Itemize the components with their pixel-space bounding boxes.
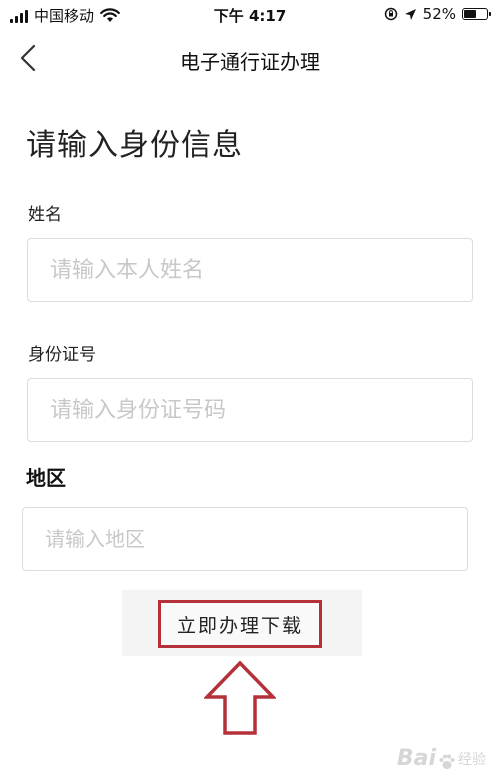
name-input[interactable] bbox=[27, 238, 473, 302]
battery-percent: 52% bbox=[422, 5, 456, 23]
watermark-logo: Bai 经验 bbox=[397, 746, 486, 771]
battery-icon bbox=[462, 8, 491, 20]
watermark-brand: Bai bbox=[396, 746, 436, 771]
id-number-input[interactable] bbox=[27, 378, 473, 442]
name-label: 姓名 bbox=[28, 205, 62, 225]
status-right: 52% bbox=[384, 5, 491, 23]
orientation-lock-icon bbox=[384, 7, 397, 21]
page-title: 电子通行证办理 bbox=[180, 50, 320, 74]
battery-fill bbox=[464, 10, 477, 18]
status-bar: 中国移动 下午 4:17 52% bbox=[0, 0, 500, 30]
up-arrow-icon bbox=[204, 660, 276, 735]
paw-icon bbox=[439, 754, 455, 769]
id-number-label: 身份证号 bbox=[28, 345, 96, 365]
nav-bar: 电子通行证办理 bbox=[0, 30, 500, 86]
region-input[interactable] bbox=[22, 507, 468, 571]
region-label: 地区 bbox=[26, 466, 66, 490]
form-heading: 请输入身份信息 bbox=[26, 128, 243, 163]
location-arrow-icon bbox=[404, 8, 416, 20]
download-button[interactable]: 立即办理下载 bbox=[158, 600, 322, 648]
watermark-suffix: 经验 bbox=[458, 752, 486, 768]
